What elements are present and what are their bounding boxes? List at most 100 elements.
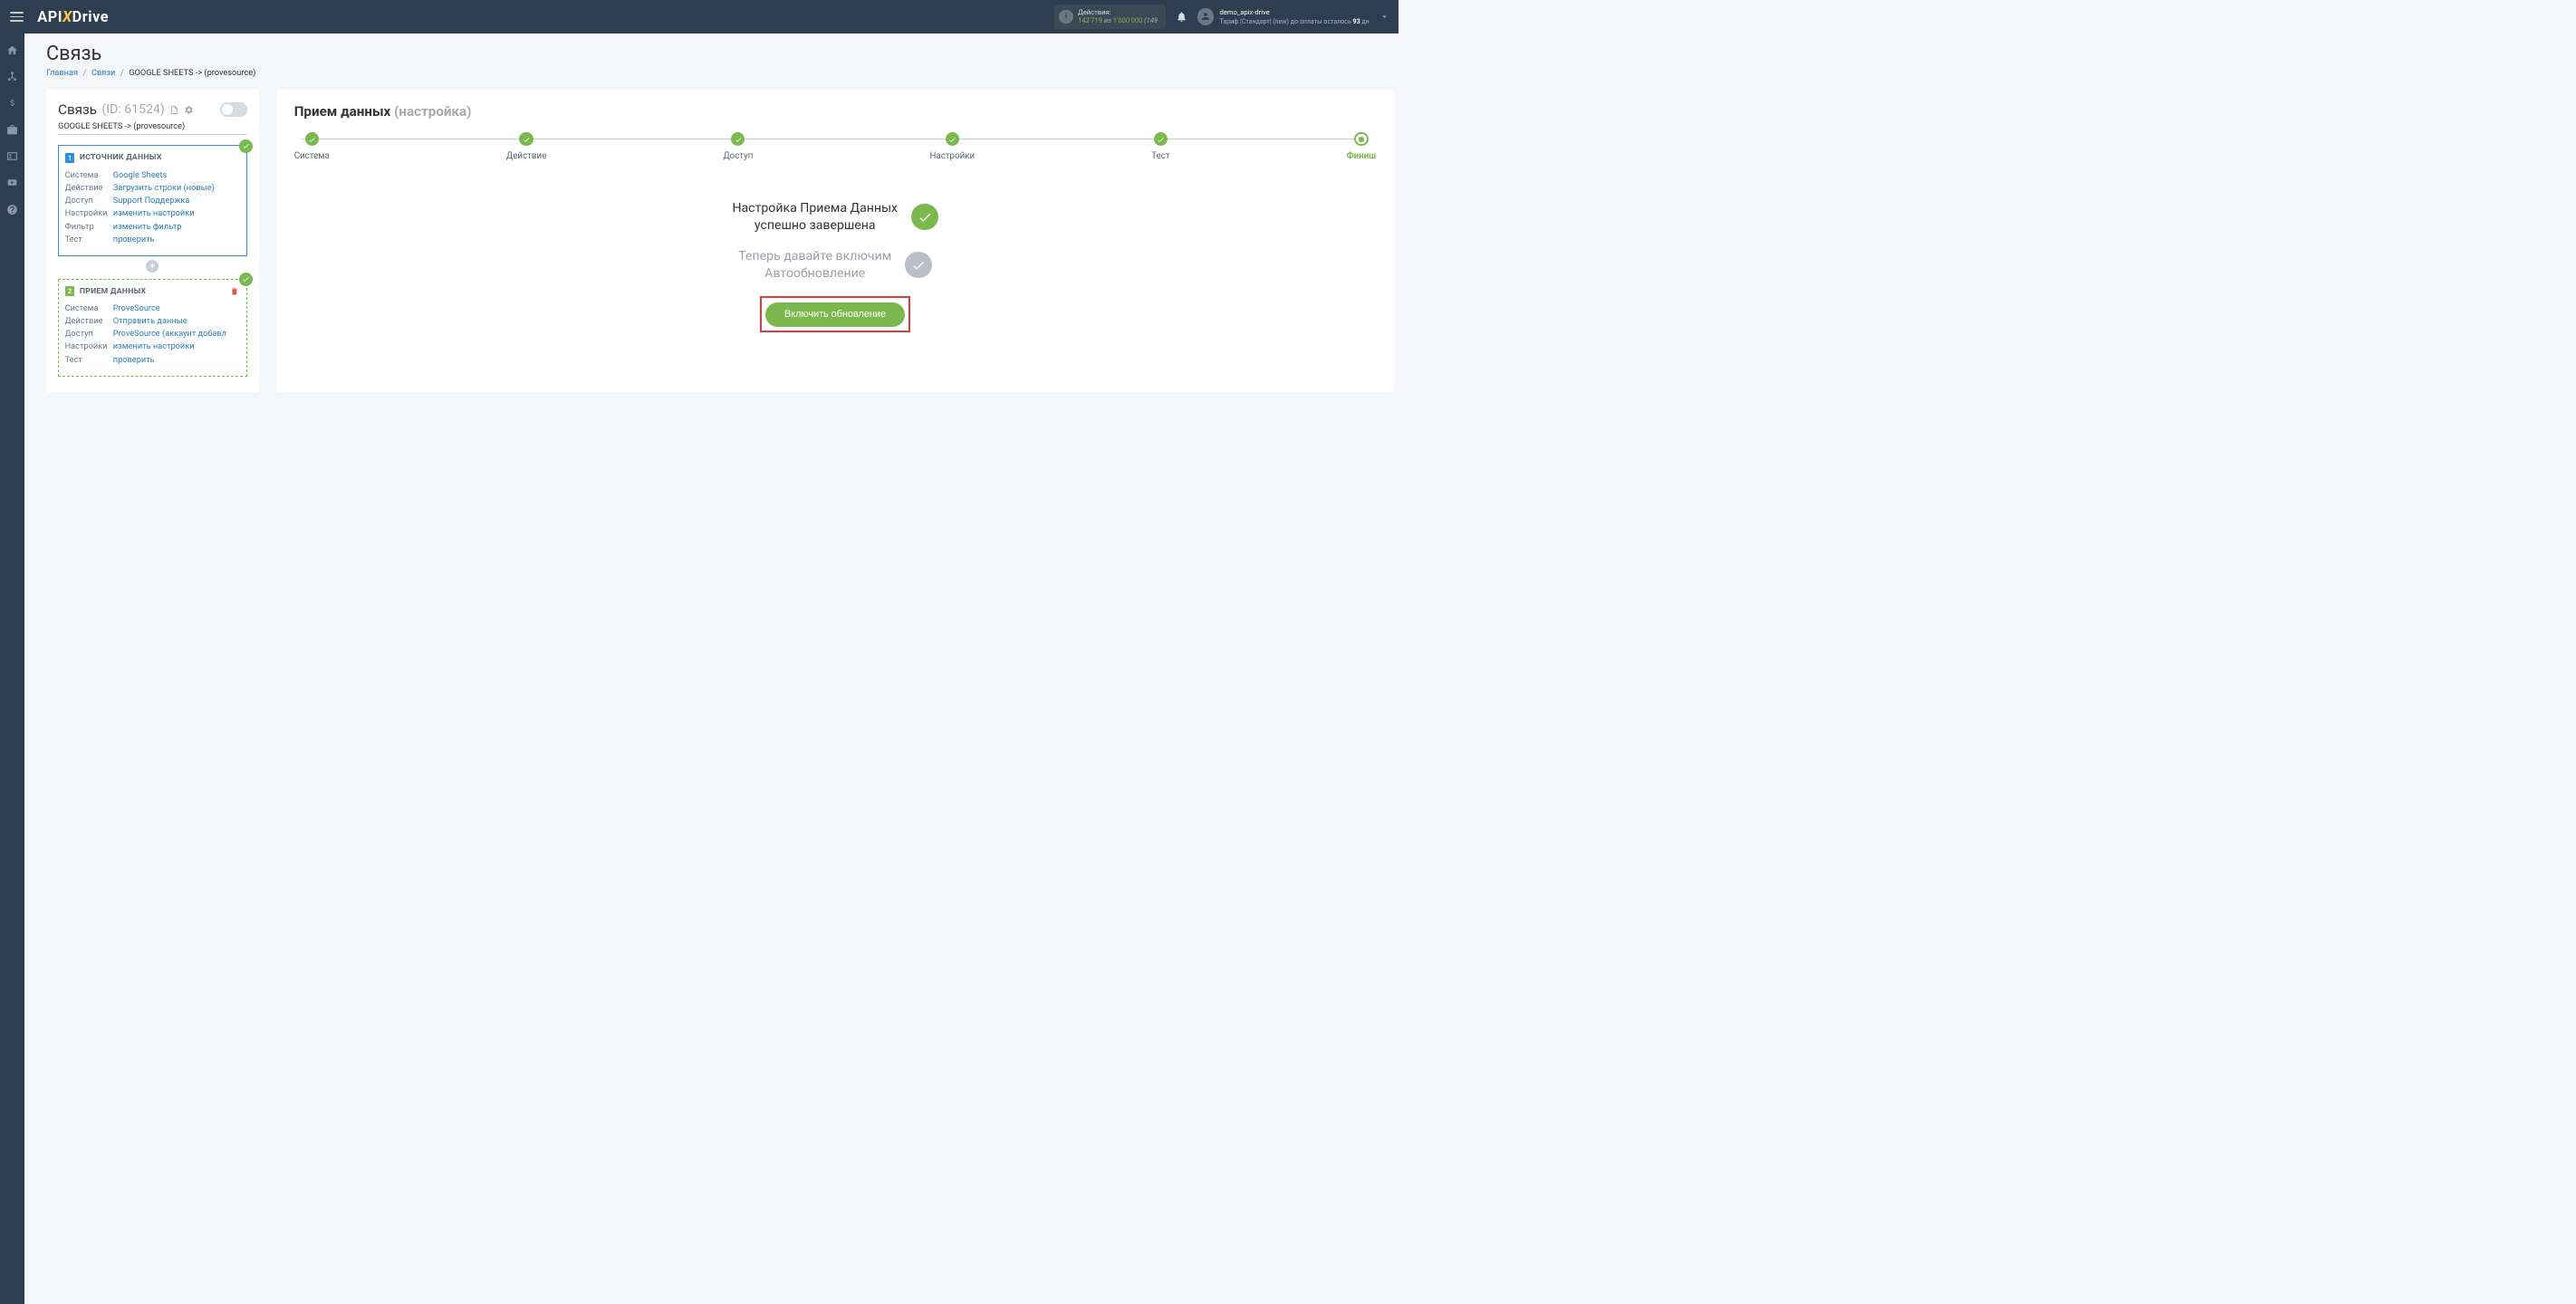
row-val[interactable]: изменить настройки [113, 341, 195, 351]
row-key: Настройки [65, 341, 113, 351]
box-row: ДействиеОтправить данные [65, 316, 239, 326]
box-row: ДоступSupport Поддержка [65, 196, 239, 206]
step-label: Доступ [723, 151, 753, 161]
row-val[interactable]: ProveSource [113, 303, 160, 313]
breadcrumb-links[interactable]: Связи [91, 68, 115, 78]
dest-title: ПРИЕМ ДАННЫХ [80, 287, 146, 296]
logo-x: X [62, 8, 72, 25]
step-dot [1354, 132, 1368, 146]
check-icon [911, 204, 937, 230]
main-content: Связь Главная / Связи / GOOGLE SHEETS ->… [24, 34, 1399, 402]
notifications-icon[interactable] [1176, 11, 1187, 23]
step-label: Тест [1151, 151, 1169, 161]
step-финиш[interactable]: Финиш [1347, 132, 1377, 161]
row-key: Фильтр [65, 222, 113, 232]
connection-name[interactable]: GOOGLE SHEETS -> (provesource) [58, 121, 247, 134]
box-row: СистемаProveSource [65, 303, 239, 313]
nav-home-icon[interactable] [5, 43, 19, 57]
step-label: Система [294, 151, 330, 161]
step-label: Финиш [1347, 151, 1377, 161]
nav-briefcase-icon[interactable] [5, 123, 19, 137]
row-key: Действие [65, 316, 113, 326]
box-row: Тестпроверить [65, 235, 239, 244]
step-настройки[interactable]: Настройки [929, 132, 975, 161]
actions-counter[interactable]: i Действия: 142'719 из 1'000'000 (149 [1054, 5, 1166, 28]
destination-box: 2 ПРИЕМ ДАННЫХ СистемаProveSourceДействи… [58, 279, 247, 377]
breadcrumb-current: GOOGLE SHEETS -> (provesource) [129, 68, 255, 78]
check-badge-icon [239, 273, 253, 286]
document-icon[interactable] [169, 105, 179, 115]
check-icon-muted [905, 252, 931, 278]
step-тест[interactable]: Тест [1151, 132, 1169, 161]
box-row: Тестпроверить [65, 355, 239, 365]
step-label: Настройки [929, 151, 975, 161]
row-val[interactable]: Google Sheets [113, 170, 168, 180]
row-key: Тест [65, 235, 113, 244]
breadcrumb-home[interactable]: Главная [46, 68, 78, 78]
row-val[interactable]: изменить фильтр [113, 222, 182, 232]
enable-update-button[interactable]: Включить обновление [765, 302, 904, 327]
step-доступ[interactable]: Доступ [723, 132, 753, 161]
user-name: demo_apix-drive [1220, 8, 1370, 17]
row-val[interactable]: проверить [113, 355, 155, 365]
nav-billing-icon[interactable] [5, 96, 19, 110]
nav-video-icon[interactable] [5, 176, 19, 189]
dest-number: 2 [65, 286, 75, 296]
gear-icon[interactable] [184, 105, 194, 115]
stepper: Система Действие Доступ Настройки Тест Финиш [294, 132, 1377, 161]
connection-toggle[interactable] [220, 102, 246, 116]
breadcrumb: Главная / Связи / GOOGLE SHEETS -> (prov… [46, 68, 1394, 78]
row-key: Действие [65, 183, 113, 193]
row-val[interactable]: ProveSource (аккаунт добавл [113, 329, 226, 339]
source-number: 1 [65, 153, 75, 163]
setup-title: Прием данных (настройка) [294, 103, 1377, 120]
chevron-down-icon[interactable] [1370, 12, 1389, 22]
plus-icon: + [146, 260, 159, 273]
logo[interactable]: APIXDrive [37, 8, 109, 25]
user-plan: Тариф |Стандарт| (new) до оплаты осталос… [1220, 17, 1370, 25]
row-val[interactable]: Отправить данные [113, 316, 187, 326]
panel-id: (ID: 61524) [101, 102, 164, 117]
highlight-box: Включить обновление [760, 296, 910, 332]
row-key: Доступ [65, 196, 113, 206]
add-step-button[interactable]: + [58, 260, 247, 273]
avatar-icon [1197, 8, 1214, 24]
left-sidebar [0, 34, 24, 1304]
page-title: Связь [46, 43, 1394, 65]
row-val[interactable]: Загрузить строки (новые) [113, 183, 215, 193]
row-key: Настройки [65, 208, 113, 218]
nav-help-icon[interactable] [5, 203, 19, 216]
logo-drive: Drive [72, 8, 109, 25]
nav-connections-icon[interactable] [5, 70, 19, 83]
logo-api: API [37, 8, 62, 25]
box-row: Настройкиизменить настройки [65, 208, 239, 218]
row-key: Тест [65, 355, 113, 365]
nav-id-card-icon[interactable] [5, 149, 19, 163]
status-success: Настройка Приема Данных успешно завершен… [294, 200, 1377, 234]
trash-icon[interactable] [230, 287, 239, 296]
row-val[interactable]: Support Поддержка [113, 196, 190, 206]
step-действие[interactable]: Действие [506, 132, 546, 161]
step-dot [731, 132, 745, 146]
step-dot [1154, 132, 1168, 146]
connection-panel: Связь (ID: 61524) GOOGLE SHEETS -> (prov… [46, 90, 259, 392]
box-row: СистемаGoogle Sheets [65, 170, 239, 180]
user-info: demo_apix-drive Тариф |Стандарт| (new) д… [1220, 8, 1370, 25]
row-key: Система [65, 170, 113, 180]
top-header: APIXDrive i Действия: 142'719 из 1'000'0… [0, 0, 1399, 34]
box-row: ДоступProveSource (аккаунт добавл [65, 329, 239, 339]
hamburger-menu-icon[interactable] [10, 8, 28, 26]
row-val[interactable]: проверить [113, 235, 155, 244]
user-menu[interactable]: demo_apix-drive Тариф |Стандарт| (new) д… [1197, 8, 1370, 25]
source-box: 1 ИСТОЧНИК ДАННЫХ СистемаGoogle SheetsДе… [58, 145, 247, 255]
panel-title: Связь [58, 101, 97, 118]
step-label: Действие [506, 151, 546, 161]
step-dot [519, 132, 533, 146]
row-key: Система [65, 303, 113, 313]
row-val[interactable]: изменить настройки [113, 208, 195, 218]
step-dot [946, 132, 959, 146]
step-система[interactable]: Система [294, 132, 330, 161]
setup-panel: Прием данных (настройка) Система Действие… [276, 90, 1394, 392]
box-row: Фильтризменить фильтр [65, 222, 239, 232]
source-title: ИСТОЧНИК ДАННЫХ [80, 153, 162, 162]
